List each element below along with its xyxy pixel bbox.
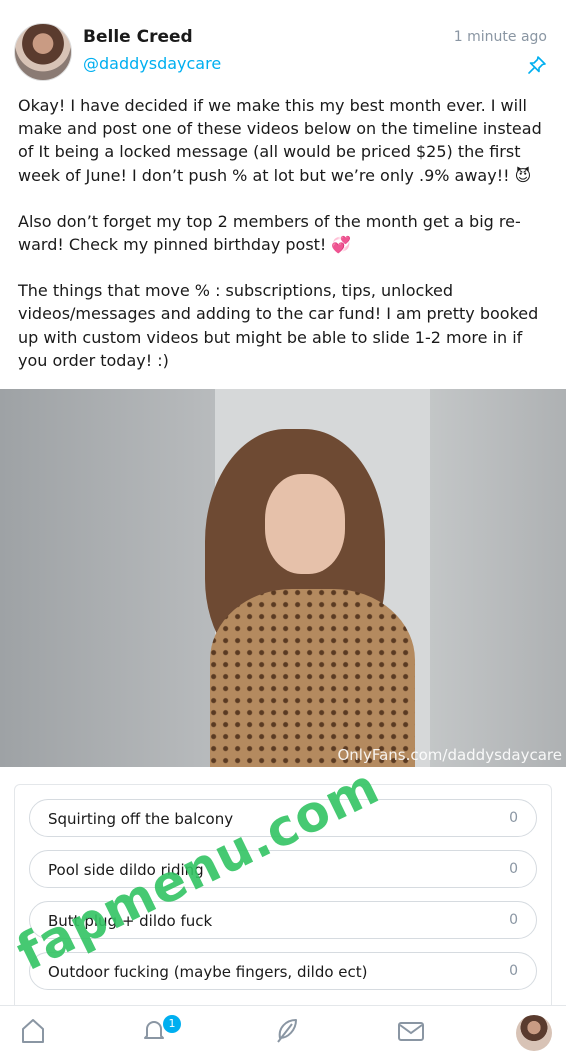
bottom-nav <box>0 1005 566 1044</box>
home-icon[interactable] <box>19 1016 47 1044</box>
post-paragraph: Also don’t forget my top 2 members of th… <box>18 211 521 255</box>
author-avatar[interactable] <box>14 23 72 81</box>
photo-watermark: OnlyFans.com/daddysdaycare <box>337 746 562 764</box>
poll-option-count: 0 <box>509 810 518 826</box>
poll-option-count: 0 <box>509 912 518 928</box>
author-name[interactable]: Belle Creed <box>83 27 193 47</box>
feather-icon[interactable] <box>272 1016 300 1044</box>
post-paragraph: The things that move % : subscriptions, … <box>18 281 539 370</box>
poll-option-count: 0 <box>509 963 518 979</box>
profile-avatar[interactable] <box>516 1015 552 1051</box>
author-handle[interactable]: @daddysdaycare <box>83 54 221 73</box>
pin-icon[interactable] <box>527 55 547 75</box>
photo-subject-body <box>210 589 415 767</box>
mail-icon[interactable] <box>397 1016 425 1044</box>
poll-option-label: Outdoor fucking (maybe fingers, dildo ec… <box>48 963 368 981</box>
post-paragraph: Okay! I have decided if we make this my … <box>18 96 542 185</box>
poll-option-count: 0 <box>509 861 518 877</box>
post-photo[interactable]: OnlyFans.com/daddysdaycare <box>0 389 566 767</box>
poll-option-label: Squirting off the balcony <box>48 810 234 828</box>
post-text: Okay! I have decided if we make this my … <box>18 94 548 395</box>
poll-option[interactable]: Outdoor fucking (maybe fingers, dildo ec… <box>29 952 537 990</box>
photo-wall <box>430 389 566 767</box>
photo-wall <box>0 389 215 767</box>
notification-badge: 1 <box>163 1015 181 1033</box>
photo-subject-face <box>265 474 345 574</box>
post-timestamp: 1 minute ago <box>453 29 547 45</box>
post-header: Belle Creed @daddysdaycare 1 minute ago <box>0 0 566 90</box>
